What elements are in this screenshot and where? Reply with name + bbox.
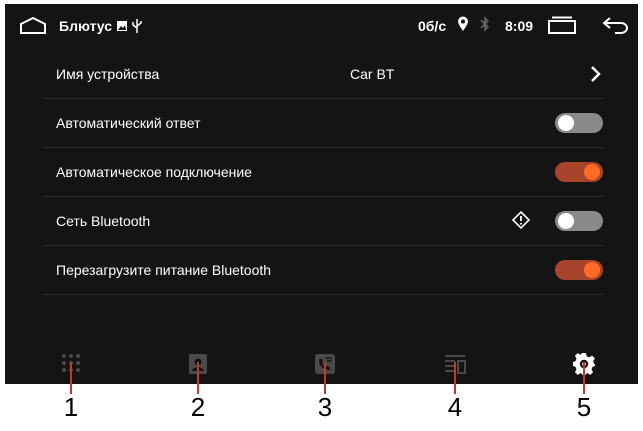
network-speed: 0б/с [418, 18, 447, 34]
status-bar: Блютус 0б/с 8:09 [5, 4, 638, 48]
callout-2: 2 [190, 392, 206, 422]
chevron-right-icon[interactable] [589, 65, 603, 86]
back-icon[interactable] [601, 16, 629, 37]
bluetooth-network-toggle[interactable] [555, 211, 603, 231]
auto-connect-toggle[interactable] [555, 162, 603, 182]
restart-bluetooth-row[interactable]: Перезагрузите питание Bluetooth [43, 246, 603, 295]
bluetooth-settings-screen: Блютус 0б/с 8:09 Имя устройства Car BT А… [5, 4, 638, 384]
restart-bluetooth-toggle[interactable] [555, 260, 603, 280]
auto-answer-label: Автоматический ответ [56, 115, 201, 131]
callout-4: 4 [447, 392, 463, 422]
location-icon [457, 16, 469, 35]
callout-line-4 [454, 362, 456, 394]
settings-list: Имя устройства Car BT Автоматический отв… [43, 50, 603, 295]
app-title: Блютус [59, 18, 112, 34]
recent-apps-icon[interactable] [546, 16, 578, 37]
callout-line-1 [70, 362, 72, 394]
restart-bluetooth-label: Перезагрузите питание Bluetooth [56, 262, 272, 278]
callout-labels: 1 2 3 4 5 [0, 392, 643, 431]
callout-3: 3 [317, 392, 333, 422]
warning-icon [511, 210, 531, 232]
bluetooth-network-label: Сеть Bluetooth [56, 213, 151, 229]
auto-answer-toggle[interactable] [555, 113, 603, 133]
auto-connect-row[interactable]: Автоматическое подключение [43, 148, 603, 197]
device-name-label: Имя устройства [56, 66, 160, 82]
auto-answer-row[interactable]: Автоматический ответ [43, 99, 603, 148]
image-notification-icon [117, 21, 127, 31]
callout-line-3 [324, 362, 326, 394]
callout-line-2 [197, 362, 199, 394]
bluetooth-network-row[interactable]: Сеть Bluetooth [43, 197, 603, 246]
usb-icon [132, 19, 142, 33]
device-name-value: Car BT [350, 66, 395, 82]
bottom-navigation [5, 344, 638, 384]
callout-5: 5 [576, 392, 592, 422]
home-icon[interactable] [19, 16, 47, 38]
bluetooth-icon [480, 15, 490, 36]
clock: 8:09 [505, 18, 534, 34]
device-name-row[interactable]: Имя устройства Car BT [43, 50, 603, 99]
auto-connect-label: Автоматическое подключение [56, 164, 252, 180]
callout-line-5 [583, 362, 585, 394]
callout-1: 1 [63, 392, 79, 422]
